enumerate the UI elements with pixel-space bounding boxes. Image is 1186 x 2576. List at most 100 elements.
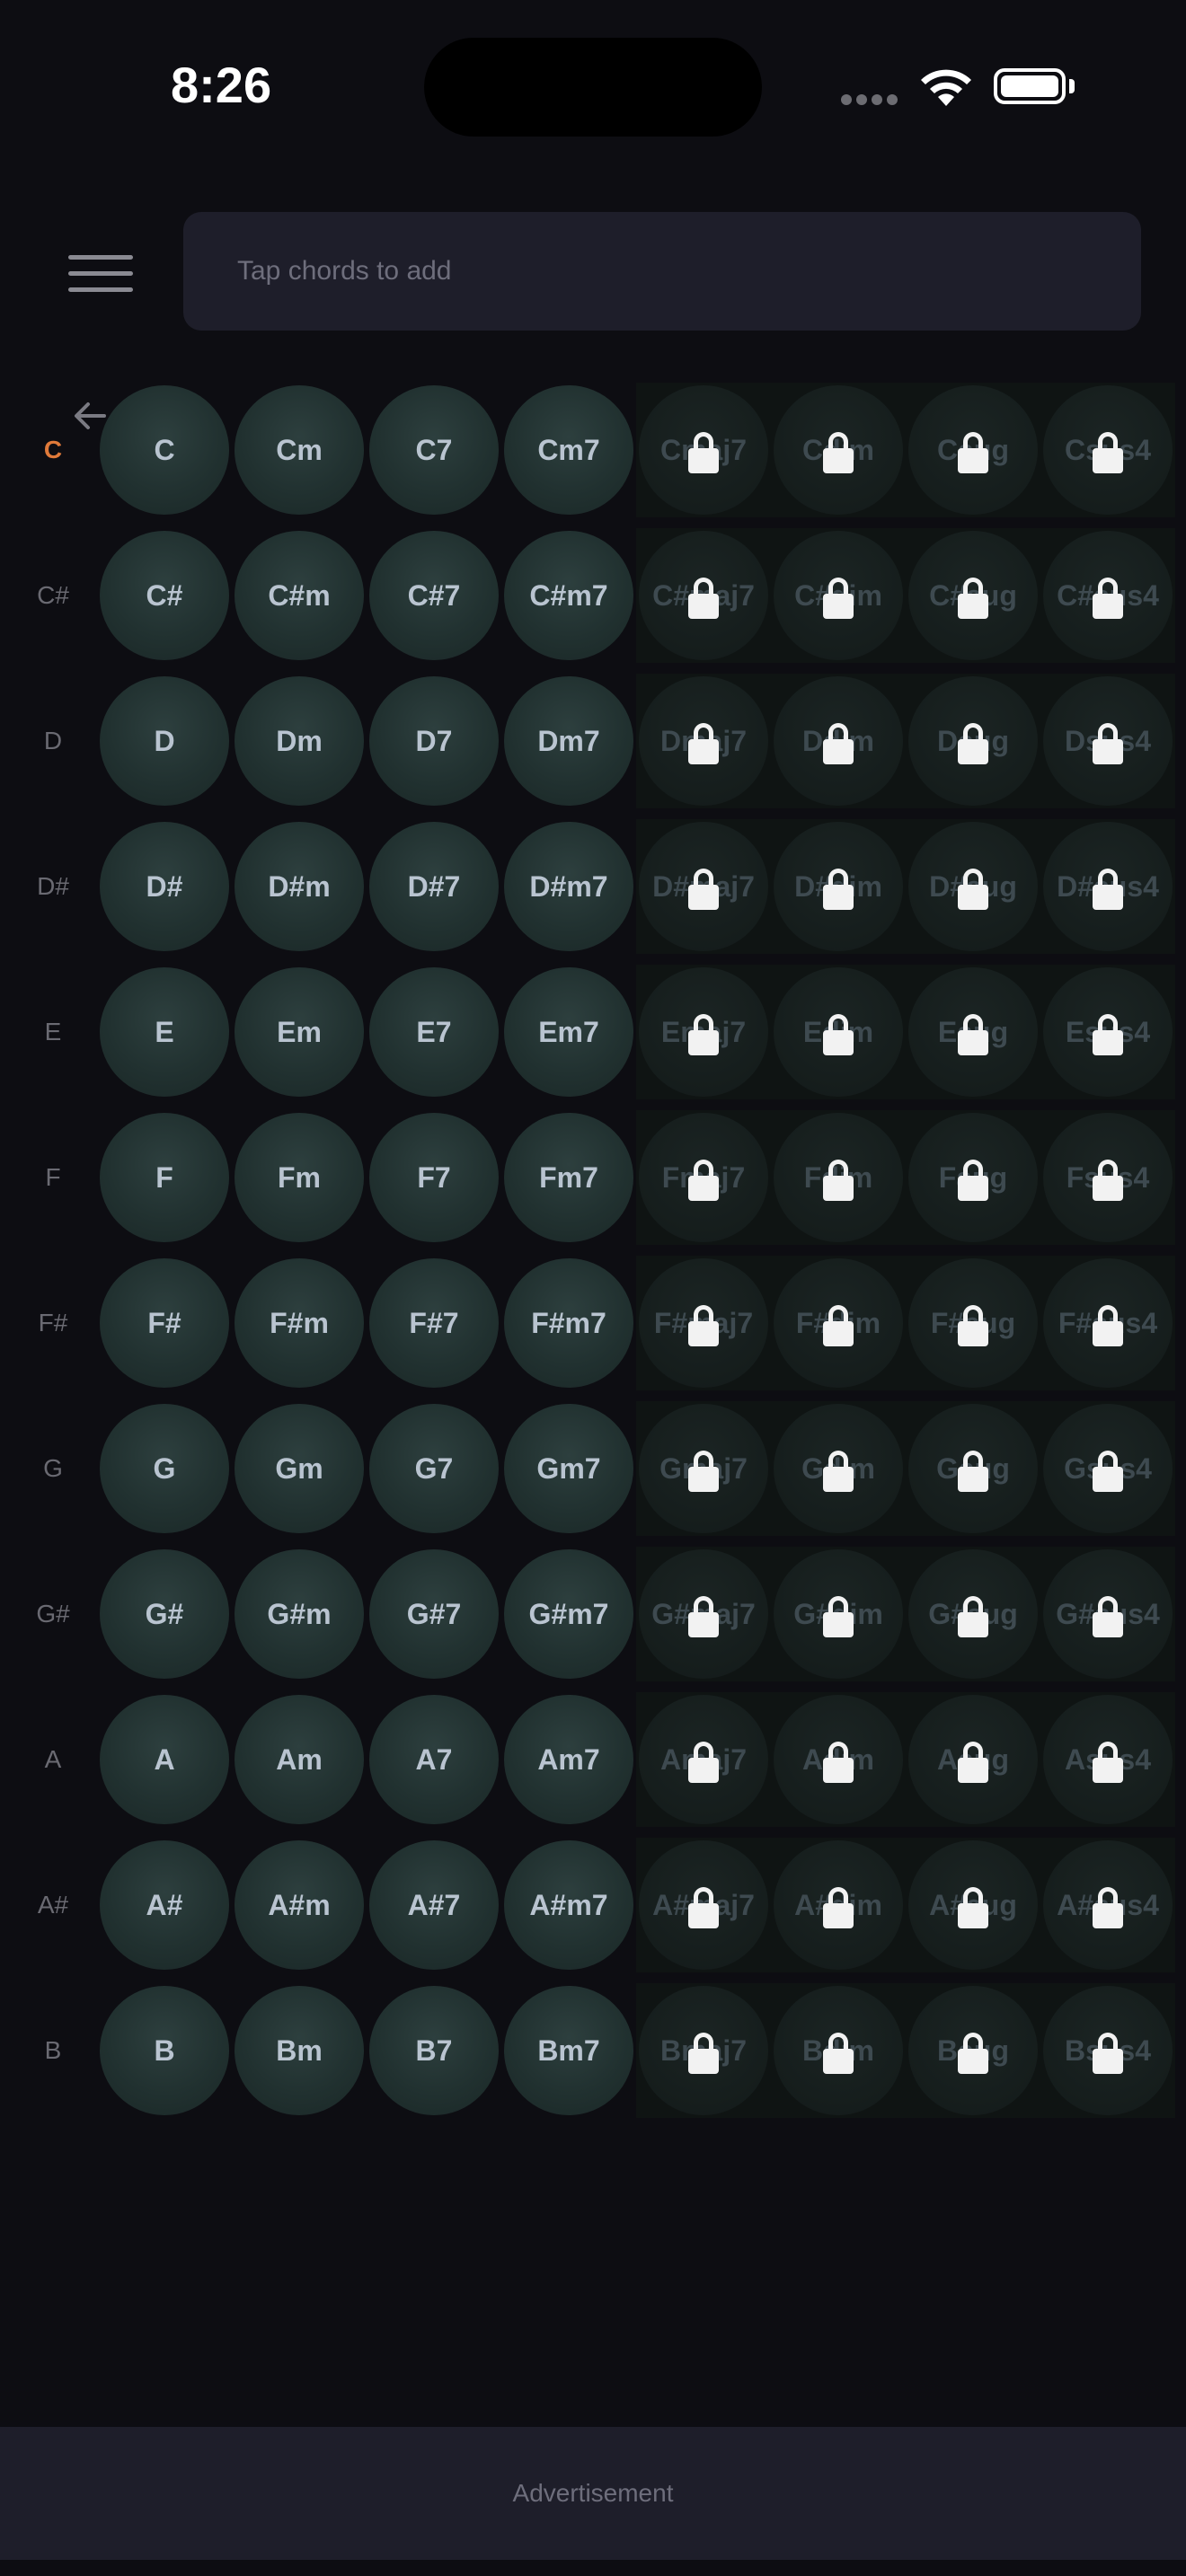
locked-chord-button[interactable]: Gdim [774, 1404, 903, 1533]
advertisement-banner[interactable]: Advertisement [0, 2427, 1186, 2560]
chord-button[interactable]: D7 [369, 676, 499, 806]
menu-button[interactable] [68, 251, 137, 295]
locked-chord-button[interactable]: C#aug [908, 531, 1038, 660]
locked-chord-button[interactable]: D#dim [774, 822, 903, 951]
locked-chord-button[interactable]: Aaug [908, 1695, 1038, 1824]
locked-chord-button[interactable]: Gmaj7 [639, 1404, 768, 1533]
chord-button[interactable]: D# [100, 822, 229, 951]
chord-button[interactable]: Gm [235, 1404, 364, 1533]
chord-button[interactable]: A [100, 1695, 229, 1824]
back-arrow-icon[interactable] [68, 393, 113, 438]
locked-chord-button[interactable]: Ddim [774, 676, 903, 806]
chord-button[interactable]: Dm7 [504, 676, 633, 806]
locked-chord-button[interactable]: Fsus4 [1043, 1113, 1173, 1242]
locked-chord-button[interactable]: Cmaj7 [639, 385, 768, 515]
row-root-label[interactable]: G# [0, 1547, 106, 1681]
locked-chord-button[interactable]: G#dim [774, 1549, 903, 1679]
chord-button[interactable]: F# [100, 1258, 229, 1388]
locked-chord-button[interactable]: C#sus4 [1043, 531, 1173, 660]
locked-chord-button[interactable]: Fmaj7 [639, 1113, 768, 1242]
locked-chord-button[interactable]: C#maj7 [639, 531, 768, 660]
locked-chord-button[interactable]: Daug [908, 676, 1038, 806]
locked-chord-button[interactable]: D#maj7 [639, 822, 768, 951]
locked-chord-button[interactable]: C#dim [774, 531, 903, 660]
row-root-label[interactable]: B [0, 1983, 106, 2118]
locked-chord-button[interactable]: Baug [908, 1986, 1038, 2115]
chord-button[interactable]: Fm7 [504, 1113, 633, 1242]
locked-chord-button[interactable]: Emaj7 [639, 967, 768, 1097]
chord-button[interactable]: G# [100, 1549, 229, 1679]
chord-button[interactable]: G7 [369, 1404, 499, 1533]
locked-chord-button[interactable]: Fdim [774, 1113, 903, 1242]
chord-button[interactable]: D#m [235, 822, 364, 951]
locked-chord-button[interactable]: Gsus4 [1043, 1404, 1173, 1533]
chord-button[interactable]: D#m7 [504, 822, 633, 951]
chord-button[interactable]: Gm7 [504, 1404, 633, 1533]
chord-button[interactable]: G#m [235, 1549, 364, 1679]
chord-button[interactable]: E [100, 967, 229, 1097]
locked-chord-button[interactable]: G#sus4 [1043, 1549, 1173, 1679]
chord-button[interactable]: C#m7 [504, 531, 633, 660]
row-root-label[interactable]: A [0, 1692, 106, 1827]
chord-button[interactable]: A#m [235, 1840, 364, 1970]
locked-chord-button[interactable]: Eaug [908, 967, 1038, 1097]
locked-chord-button[interactable]: F#sus4 [1043, 1258, 1173, 1388]
locked-chord-button[interactable]: Cdim [774, 385, 903, 515]
row-root-label[interactable]: G [0, 1401, 106, 1536]
chord-button[interactable]: Dm [235, 676, 364, 806]
locked-chord-button[interactable]: Bmaj7 [639, 1986, 768, 2115]
chord-button[interactable]: A7 [369, 1695, 499, 1824]
chord-button[interactable]: B7 [369, 1986, 499, 2115]
locked-chord-button[interactable]: A#aug [908, 1840, 1038, 1970]
chord-button[interactable]: A#7 [369, 1840, 499, 1970]
locked-chord-button[interactable]: Caug [908, 385, 1038, 515]
chord-sequence-input[interactable]: Tap chords to add [183, 212, 1141, 331]
chord-button[interactable]: Am [235, 1695, 364, 1824]
locked-chord-button[interactable]: F#dim [774, 1258, 903, 1388]
locked-chord-button[interactable]: Edim [774, 967, 903, 1097]
chord-button[interactable]: G [100, 1404, 229, 1533]
locked-chord-button[interactable]: Esus4 [1043, 967, 1173, 1097]
chord-button[interactable]: Em7 [504, 967, 633, 1097]
locked-chord-button[interactable]: Amaj7 [639, 1695, 768, 1824]
chord-button[interactable]: Fm [235, 1113, 364, 1242]
chord-button[interactable]: A#m7 [504, 1840, 633, 1970]
locked-chord-button[interactable]: D#sus4 [1043, 822, 1173, 951]
locked-chord-button[interactable]: A#maj7 [639, 1840, 768, 1970]
chord-button[interactable]: Cm7 [504, 385, 633, 515]
chord-button[interactable]: B [100, 1986, 229, 2115]
chord-button[interactable]: F#m [235, 1258, 364, 1388]
locked-chord-button[interactable]: D#aug [908, 822, 1038, 951]
locked-chord-button[interactable]: Bdim [774, 1986, 903, 2115]
row-root-label[interactable]: E [0, 965, 106, 1099]
chord-button[interactable]: F [100, 1113, 229, 1242]
locked-chord-button[interactable]: F#maj7 [639, 1258, 768, 1388]
chord-button[interactable]: C#m [235, 531, 364, 660]
locked-chord-button[interactable]: Csus4 [1043, 385, 1173, 515]
chord-button[interactable]: Cm [235, 385, 364, 515]
chord-button[interactable]: C#7 [369, 531, 499, 660]
locked-chord-button[interactable]: Asus4 [1043, 1695, 1173, 1824]
row-root-label[interactable]: A# [0, 1838, 106, 1972]
row-root-label[interactable]: D# [0, 819, 106, 954]
chord-button[interactable]: F#m7 [504, 1258, 633, 1388]
chord-button[interactable]: F7 [369, 1113, 499, 1242]
chord-button[interactable]: Em [235, 967, 364, 1097]
chord-button[interactable]: E7 [369, 967, 499, 1097]
chord-button[interactable]: D [100, 676, 229, 806]
chord-button[interactable]: C [100, 385, 229, 515]
chord-button[interactable]: C# [100, 531, 229, 660]
chord-button[interactable]: C7 [369, 385, 499, 515]
row-root-label[interactable]: F [0, 1110, 106, 1245]
locked-chord-button[interactable]: F#aug [908, 1258, 1038, 1388]
chord-button[interactable]: F#7 [369, 1258, 499, 1388]
locked-chord-button[interactable]: Dsus4 [1043, 676, 1173, 806]
row-root-label[interactable]: C# [0, 528, 106, 663]
chord-button[interactable]: G#7 [369, 1549, 499, 1679]
locked-chord-button[interactable]: Faug [908, 1113, 1038, 1242]
chord-button[interactable]: Bm7 [504, 1986, 633, 2115]
locked-chord-button[interactable]: Dmaj7 [639, 676, 768, 806]
row-root-label[interactable]: D [0, 674, 106, 808]
locked-chord-button[interactable]: G#maj7 [639, 1549, 768, 1679]
row-root-label[interactable]: F# [0, 1256, 106, 1390]
